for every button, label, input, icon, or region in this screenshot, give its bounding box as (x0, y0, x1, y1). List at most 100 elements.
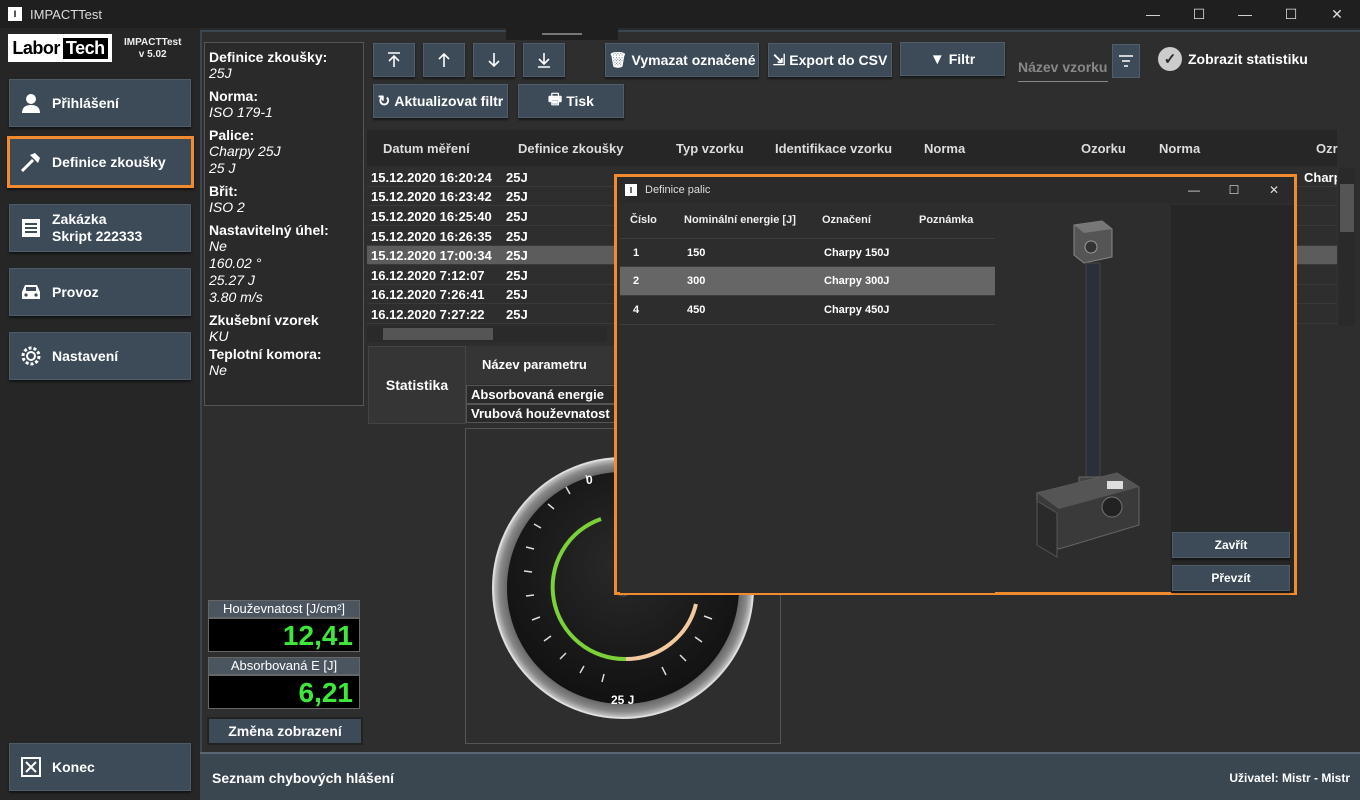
vertical-scrollbar[interactable] (1337, 168, 1355, 326)
app-version: IMPACTTest v 5.02 (124, 37, 182, 60)
column-header[interactable]: Ozr (1316, 141, 1338, 156)
accept-button[interactable]: Převzít (1172, 565, 1290, 591)
nav-operation-button[interactable]: Provoz (9, 268, 191, 316)
info-value: ISO 2 (209, 199, 245, 215)
sort-filter-button[interactable] (1112, 44, 1140, 78)
info-value: Ne (209, 362, 227, 378)
maximize-button[interactable]: ☐ (1176, 0, 1222, 28)
trash-icon: 🗑 (608, 52, 628, 69)
info-value: Charpy 25J (209, 143, 281, 159)
move-bottom-button[interactable] (523, 43, 565, 77)
error-list-link[interactable]: Seznam chybových hlášení (212, 770, 394, 786)
column-header[interactable]: Číslo (630, 214, 657, 226)
current-user: Uživatel: Mistr - Mistr (1229, 771, 1350, 785)
table-row[interactable]: 4 450 Charpy 450J (620, 296, 995, 325)
user-icon (18, 90, 44, 116)
info-value: Ne (209, 238, 227, 254)
arrow-to-top-icon (388, 52, 400, 67)
info-value: 25.27 J (209, 272, 255, 288)
dialog-maximize-button[interactable]: ☐ (1214, 177, 1254, 203)
table-row-selected[interactable]: 2 300 Charpy 300J (620, 267, 995, 296)
column-header[interactable]: Norma (1159, 141, 1200, 156)
change-view-button[interactable]: Změna zobrazení (207, 717, 363, 745)
gear-icon (18, 343, 44, 369)
info-value: ISO 179-1 (209, 104, 273, 120)
column-header[interactable]: Definice zkoušky (518, 141, 624, 156)
app-icon: I (8, 7, 22, 21)
show-stats-toggle[interactable]: ✓ Zobrazit statistiku (1158, 47, 1308, 71)
nav-order-button[interactable]: Zakázka Skript 222333 (9, 204, 191, 252)
horizontal-scrollbar[interactable] (367, 326, 607, 342)
funnel-icon: ▼ (929, 50, 945, 68)
column-header[interactable]: Norma (924, 141, 965, 156)
app-icon: I (625, 184, 637, 196)
close-box-icon (18, 754, 44, 780)
info-label: Teplotní komora: (209, 346, 322, 362)
arrow-down-icon (488, 53, 500, 68)
sample-name-input[interactable]: Název vzorku (1018, 52, 1108, 82)
window-title: IMPACTTest (30, 6, 102, 22)
export-csv-button[interactable]: ⇲ Export do CSV (768, 43, 892, 77)
refresh-filter-button[interactable]: ↻ Aktualizovat filtr (373, 84, 508, 118)
arrow-to-bottom-icon (538, 53, 550, 68)
column-header[interactable]: Datum měření (383, 141, 470, 156)
info-value: 25J (209, 65, 232, 81)
filter-button[interactable]: ▼ Filtr (900, 42, 1005, 76)
check-circle-icon: ✓ (1158, 47, 1182, 71)
info-label: Definice zkoušky: (209, 49, 328, 65)
column-header[interactable]: Označení (822, 214, 871, 226)
delete-selected-button[interactable]: 🗑 Vymazat označené (605, 43, 759, 77)
outer-maximize-button[interactable]: ☐ (1268, 0, 1314, 28)
column-header[interactable]: Ozorku (1081, 141, 1126, 156)
info-label: Palice: (209, 127, 255, 143)
filter-lines-icon (1119, 55, 1133, 67)
list-icon (18, 215, 44, 241)
info-value: 25 J (209, 160, 236, 176)
export-icon: ⇲ (772, 52, 786, 69)
title-bar: I IMPACTTest — ☐ — ☐ ✕ (0, 0, 1360, 28)
splitter-handle[interactable] (506, 28, 618, 40)
hammer-image (1017, 217, 1157, 577)
move-top-button[interactable] (373, 43, 415, 77)
move-up-button[interactable] (423, 43, 465, 77)
scrollbar-thumb[interactable] (1340, 184, 1354, 232)
move-down-button[interactable] (473, 43, 515, 77)
stat-row[interactable]: Vrubová houževnatost (466, 404, 616, 423)
minimize-button[interactable]: — (1130, 0, 1176, 28)
status-bar: Seznam chybových hlášení Uživatel: Mistr… (200, 752, 1360, 800)
info-label: Nastavitelný úhel: (209, 222, 329, 238)
print-button[interactable]: 🖶 Tisk (518, 84, 624, 118)
gauge-value-label: 25 J (611, 693, 634, 707)
labortech-logo: Labor Tech (8, 34, 112, 62)
refresh-icon: ↻ (377, 93, 391, 110)
dialog-minimize-button[interactable]: — (1174, 177, 1214, 203)
column-header[interactable]: Typ vzorku (676, 141, 744, 156)
info-value: KU (209, 328, 229, 344)
table-row[interactable]: 1 150 Charpy 150J (620, 238, 995, 267)
exit-button[interactable]: Konec (9, 743, 191, 791)
info-label: Zkušební vzorek (209, 312, 319, 328)
column-header[interactable]: Identifikace vzorku (775, 141, 892, 156)
nav-test-definition-button[interactable]: Definice zkoušky (7, 136, 194, 188)
statistics-title: Statistika (368, 346, 466, 424)
stat-row[interactable]: Absorbovaná energie (466, 385, 616, 404)
outer-minimize-button[interactable]: — (1222, 0, 1268, 28)
close-button[interactable]: ✕ (1314, 0, 1360, 28)
absorbed-energy-label: Absorbovaná E [J] (208, 657, 360, 675)
column-header[interactable]: Poznámka (919, 214, 973, 226)
nav-settings-button[interactable]: Nastavení (9, 332, 191, 380)
info-value: 160.02 ° (209, 255, 262, 271)
column-header[interactable]: Nominální energie [J] (684, 214, 796, 226)
gauge-zero-label: 0 (586, 473, 593, 487)
dialog-close-button[interactable]: ✕ (1254, 177, 1294, 203)
info-label: Norma: (209, 88, 259, 104)
close-dialog-button[interactable]: Zavřít (1172, 532, 1290, 558)
info-value: 3.80 m/s (209, 289, 263, 305)
arrow-up-icon (438, 52, 450, 67)
nav-login-button[interactable]: Přihlášení (9, 79, 191, 127)
hammer-icon (18, 149, 44, 175)
hammer-table: Číslo Nominální energie [J] Označení Poz… (620, 207, 995, 593)
absorbed-energy-value: 6,21 (208, 675, 360, 709)
dialog-title-bar: I Definice palic — ☐ ✕ (617, 177, 1294, 203)
scrollbar-thumb[interactable] (383, 328, 493, 340)
